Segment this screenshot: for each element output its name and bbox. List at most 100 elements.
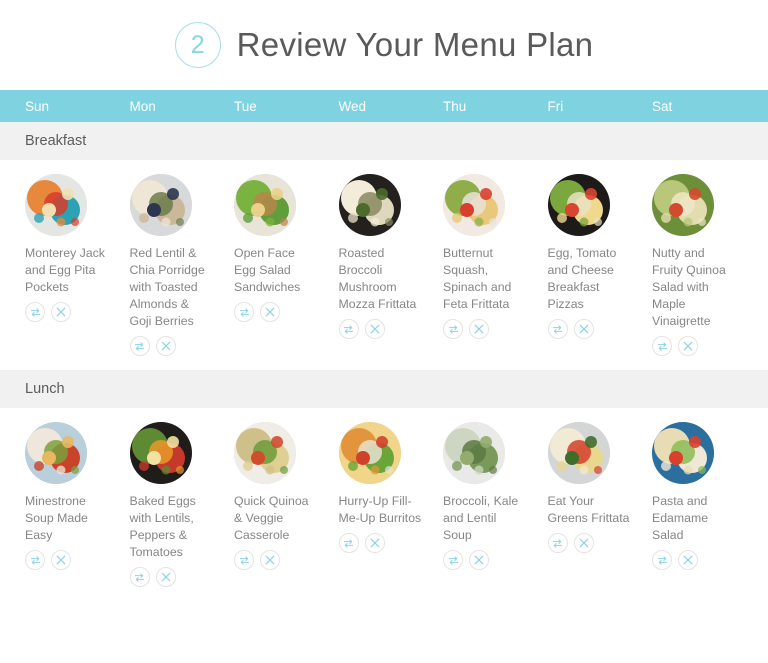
meal-thumbnail[interactable] — [547, 422, 610, 484]
remove-meal-icon[interactable] — [469, 319, 489, 339]
remove-meal-icon[interactable] — [678, 336, 698, 356]
meal-actions — [443, 550, 489, 570]
remove-meal-icon[interactable] — [51, 550, 71, 570]
meal-name: Butternut Squash, Spinach and Feta Fritt… — [443, 246, 512, 311]
meal-name: Eat Your Greens Frittata — [547, 494, 630, 525]
remove-meal-icon[interactable] — [155, 567, 176, 587]
remove-meal-icon[interactable] — [573, 533, 594, 553]
meal-name: Pasta and Edamame Salad — [652, 494, 709, 542]
remove-meal-icon[interactable] — [260, 550, 280, 570]
weekday-header-bar: Sun Mon Tue Wed Thu Fri Sat — [0, 90, 768, 122]
meal-actions — [129, 336, 176, 356]
meal-cell: Butternut Squash, Spinach and Feta Fritt… — [443, 174, 548, 339]
swap-meal-icon[interactable] — [338, 533, 359, 553]
meal-actions — [652, 336, 698, 356]
swap-meal-icon[interactable] — [129, 336, 150, 356]
meal-name: Nutty and Fruity Quinoa Salad with Maple… — [652, 246, 726, 328]
meal-section-label: Breakfast — [25, 133, 87, 149]
weekday-column-thu: Thu — [443, 98, 467, 114]
weekday-column-fri: Fri — [547, 98, 564, 114]
meal-name: Monterey Jack and Egg Pita Pockets — [25, 246, 105, 294]
meal-cell: Roasted Broccoli Mushroom Mozza Frittata — [338, 174, 444, 339]
meal-actions — [547, 319, 594, 339]
meal-actions — [547, 533, 594, 553]
swap-meal-icon[interactable] — [443, 550, 463, 570]
meal-cell: Open Face Egg Salad Sandwiches — [234, 174, 339, 322]
swap-meal-icon[interactable] — [652, 550, 672, 570]
step-number-label: 2 — [190, 30, 205, 59]
swap-meal-icon[interactable] — [234, 550, 254, 570]
meal-thumbnail[interactable] — [129, 422, 192, 484]
weekday-column-tue: Tue — [234, 98, 257, 114]
swap-meal-icon[interactable] — [25, 302, 45, 322]
weekday-column-sun: Sun — [25, 98, 50, 114]
meal-name: Broccoli, Kale and Lentil Soup — [443, 494, 519, 542]
meal-cell: Baked Eggs with Lentils, Peppers & Tomat… — [129, 422, 235, 587]
meal-name: Hurry-Up Fill-Me-Up Burritos — [338, 494, 422, 525]
meal-name: Egg, Tomato and Cheese Breakfast Pizzas — [547, 246, 617, 311]
meal-thumbnail[interactable] — [25, 422, 87, 484]
meal-section-header-breakfast: Breakfast — [0, 122, 768, 160]
meal-thumbnail[interactable] — [129, 174, 192, 236]
meal-cell: Eat Your Greens Frittata — [547, 422, 653, 553]
step-number-badge: 2 — [174, 22, 221, 68]
meal-name: Minestrone Soup Made Easy — [25, 494, 88, 542]
meal-thumbnail[interactable] — [338, 422, 401, 484]
meal-thumbnail[interactable] — [338, 174, 401, 236]
page-title: Review Your Menu Plan — [236, 26, 594, 63]
meal-thumbnail[interactable] — [547, 174, 610, 236]
meal-section-label: Lunch — [25, 381, 65, 397]
swap-meal-icon[interactable] — [547, 533, 568, 553]
meal-thumbnail[interactable] — [443, 174, 505, 236]
meal-cell: Monterey Jack and Egg Pita Pockets — [25, 174, 130, 322]
swap-meal-icon[interactable] — [234, 302, 254, 322]
meal-thumbnail[interactable] — [443, 422, 505, 484]
meal-name: Red Lentil & Chia Porridge with Toasted … — [129, 246, 205, 328]
weekday-column-sat: Sat — [652, 98, 673, 114]
row-spacer — [0, 356, 768, 370]
meal-cell: Nutty and Fruity Quinoa Salad with Maple… — [652, 174, 757, 356]
weekday-column-mon: Mon — [129, 98, 156, 114]
meal-actions — [129, 567, 176, 587]
meal-cell: Quick Quinoa & Veggie Casserole — [234, 422, 339, 570]
remove-meal-icon[interactable] — [364, 319, 385, 339]
meal-name: Roasted Broccoli Mushroom Mozza Frittata — [338, 246, 417, 311]
meal-thumbnail[interactable] — [234, 422, 296, 484]
swap-meal-icon[interactable] — [443, 319, 463, 339]
remove-meal-icon[interactable] — [678, 550, 698, 570]
meal-cell: Hurry-Up Fill-Me-Up Burritos — [338, 422, 444, 553]
meal-actions — [25, 550, 71, 570]
remove-meal-icon[interactable] — [364, 533, 385, 553]
meal-actions — [338, 319, 385, 339]
meal-row-lunch: Minestrone Soup Made Easy Baked Eggs wit… — [0, 408, 768, 587]
meal-name: Open Face Egg Salad Sandwiches — [234, 246, 301, 294]
meal-actions — [25, 302, 71, 322]
swap-meal-icon[interactable] — [652, 336, 672, 356]
meal-cell: Broccoli, Kale and Lentil Soup — [443, 422, 548, 570]
meal-thumbnail[interactable] — [652, 174, 714, 236]
page-header: 2 Review Your Menu Plan — [0, 0, 768, 90]
meal-thumbnail[interactable] — [25, 174, 87, 236]
meal-name: Quick Quinoa & Veggie Casserole — [234, 494, 309, 542]
meal-name: Baked Eggs with Lentils, Peppers & Tomat… — [129, 494, 196, 559]
swap-meal-icon[interactable] — [547, 319, 568, 339]
remove-meal-icon[interactable] — [469, 550, 489, 570]
remove-meal-icon[interactable] — [51, 302, 71, 322]
meal-row-breakfast: Monterey Jack and Egg Pita Pockets Red L… — [0, 160, 768, 356]
meal-cell: Red Lentil & Chia Porridge with Toasted … — [129, 174, 235, 356]
meal-thumbnail[interactable] — [652, 422, 714, 484]
meal-actions — [234, 302, 280, 322]
swap-meal-icon[interactable] — [129, 567, 150, 587]
swap-meal-icon[interactable] — [338, 319, 359, 339]
remove-meal-icon[interactable] — [155, 336, 176, 356]
meal-cell: Egg, Tomato and Cheese Breakfast Pizzas — [547, 174, 653, 339]
meal-actions — [443, 319, 489, 339]
remove-meal-icon[interactable] — [260, 302, 280, 322]
meal-actions — [338, 533, 385, 553]
swap-meal-icon[interactable] — [25, 550, 45, 570]
weekday-column-wed: Wed — [338, 98, 367, 114]
meal-actions — [234, 550, 280, 570]
remove-meal-icon[interactable] — [573, 319, 594, 339]
meal-section-header-lunch: Lunch — [0, 370, 768, 408]
meal-thumbnail[interactable] — [234, 174, 296, 236]
